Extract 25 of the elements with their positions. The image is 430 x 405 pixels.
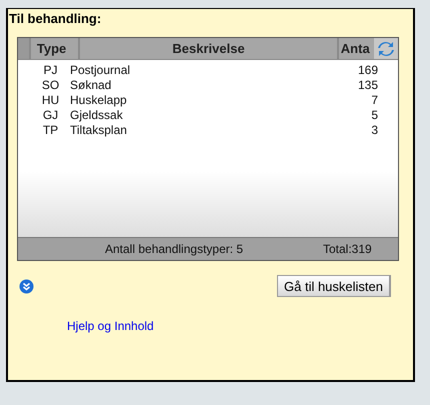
help-link[interactable]: Hjelp og Innhold	[67, 319, 154, 333]
table-cell-text: GJ	[42, 108, 60, 123]
table-cell-text: TP	[42, 123, 60, 138]
table-cell-text: Tiltaksplan	[69, 123, 128, 138]
table-cell-text: SO	[40, 78, 60, 93]
table-cell-text: 169	[356, 63, 378, 78]
table-cell-text: Huskelapp	[69, 93, 128, 108]
footer-total: Total:319	[323, 242, 372, 256]
footer-summary: Antall behandlingstyper: 5	[105, 242, 244, 256]
table-cell-text: Postjournal	[69, 63, 132, 78]
column-header[interactable]: Anta	[338, 38, 374, 59]
column-header[interactable]: Type	[30, 38, 80, 59]
panel-title: Til behandling:	[9, 11, 102, 28]
table-cell-text: PJ	[42, 63, 58, 78]
table-cell-text: HU	[40, 93, 60, 108]
refresh-icon[interactable]	[374, 38, 398, 59]
column-header[interactable]: Beskrivelse	[80, 38, 339, 59]
table-cell-text: 7	[370, 93, 378, 108]
table-cell-text: 135	[356, 78, 378, 93]
huskeliste-button[interactable]: Gå til huskelisten	[277, 275, 391, 297]
expand-icon[interactable]	[19, 278, 34, 294]
table-cell-text: 5	[370, 108, 378, 123]
table-cell-text: 3	[370, 123, 378, 138]
table-cell-text: Søknad	[69, 78, 112, 93]
table-cell-text: Gjeldssak	[69, 108, 124, 123]
